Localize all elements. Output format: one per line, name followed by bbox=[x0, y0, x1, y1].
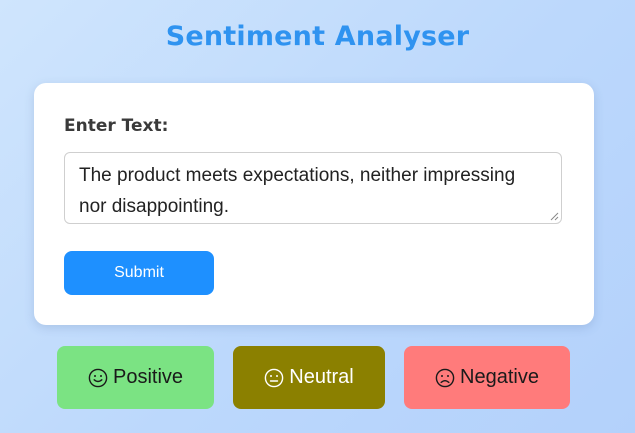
positive-label: Positive bbox=[112, 366, 184, 388]
positive-button[interactable]: Positive bbox=[57, 346, 214, 409]
frown-icon bbox=[435, 368, 455, 387]
resize-handle-icon[interactable] bbox=[550, 212, 559, 221]
text-input[interactable]: The product meets expectations, neither … bbox=[64, 152, 562, 224]
input-card: Enter Text: The product meets expectatio… bbox=[34, 83, 594, 325]
text-input-label: Enter Text: bbox=[64, 116, 169, 136]
submit-button[interactable]: Submit bbox=[64, 251, 214, 295]
smile-icon bbox=[88, 368, 108, 387]
negative-button[interactable]: Negative bbox=[404, 346, 570, 409]
text-input-value: The product meets expectations, neither … bbox=[79, 165, 516, 217]
neutral-face-icon bbox=[264, 368, 284, 387]
negative-label: Negative bbox=[460, 366, 539, 388]
neutral-label: Neutral bbox=[289, 366, 354, 388]
page-title: Sentiment Analyser bbox=[165, 21, 470, 52]
neutral-button[interactable]: Neutral bbox=[233, 346, 385, 409]
